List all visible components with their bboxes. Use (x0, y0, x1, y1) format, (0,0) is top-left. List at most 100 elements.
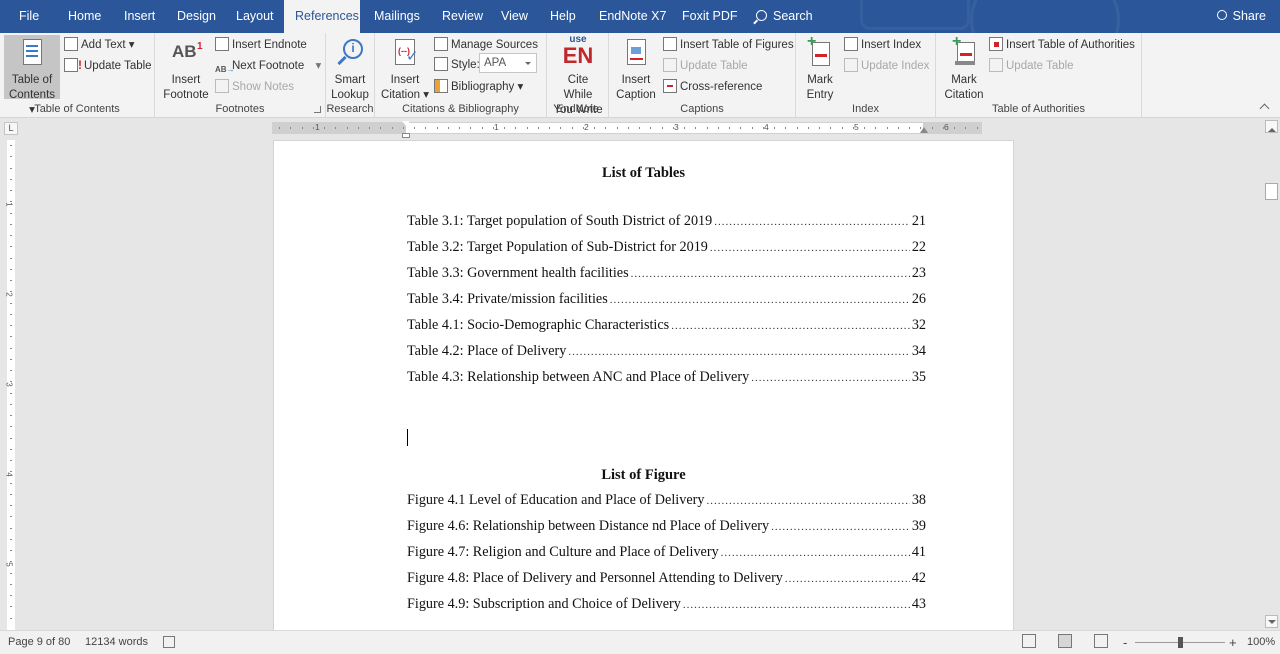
group-table-of-authorities: + Mark Citation Insert Table of Authorit… (936, 33, 1142, 118)
ruler-tick (729, 127, 730, 129)
tab-foxit-pdf[interactable]: Foxit PDF (671, 0, 749, 33)
smart-lookup-button[interactable]: i Smart Lookup (328, 35, 372, 105)
next-footnote-label: Next Footnote (232, 60, 305, 72)
manage-sources-icon (434, 37, 448, 51)
insert-table-of-authorities-button[interactable]: Insert Table of Authorities (989, 35, 1135, 55)
left-indent-marker[interactable] (402, 133, 410, 138)
scroll-up-button[interactable] (1265, 120, 1278, 133)
table-of-contents-button[interactable]: Table of Contents ▾ (4, 35, 60, 116)
tof-entry[interactable]: Figure 4.7: Religion and Culture and Pla… (407, 544, 926, 562)
list-of-figures-heading: List of Figure (601, 467, 686, 483)
zoom-in-button[interactable]: + (1229, 631, 1237, 654)
collapse-ribbon-button[interactable] (1259, 103, 1270, 114)
toc-entry[interactable]: Table 4.3: Relationship between ANC and … (407, 369, 926, 387)
citation-style-select[interactable]: APA (479, 53, 537, 73)
vertical-ruler[interactable]: 1 2 3 4 5 (4, 140, 15, 630)
ruler-tick (10, 583, 12, 585)
tab-references[interactable]: References (284, 0, 360, 33)
ruler-tick (324, 127, 325, 129)
next-footnote-dropdown[interactable]: ▾ (315, 60, 321, 72)
tab-file[interactable]: File (8, 0, 50, 33)
mark-citation-button[interactable]: + Mark Citation (940, 34, 988, 105)
bibliography-button[interactable]: Bibliography ▾ (434, 77, 523, 97)
toc-entry[interactable]: Table 3.4: Private/mission facilities 26 (407, 291, 926, 309)
tof-entry[interactable]: Figure 4.9: Subscription and Choice of D… (407, 596, 926, 614)
ruler-tick (10, 291, 12, 293)
ruler-tick (492, 127, 494, 129)
scroll-down-button[interactable] (1265, 615, 1278, 628)
zoom-slider-thumb[interactable] (1178, 637, 1183, 648)
mark-entry-button[interactable]: + Mark Entry (800, 34, 840, 105)
insert-footnote-button[interactable]: AB 1 Insert Footnote (159, 35, 213, 105)
print-layout-icon[interactable] (1058, 634, 1072, 648)
zoom-level[interactable]: 100% (1247, 631, 1275, 654)
search-label: Search (773, 9, 813, 23)
cross-reference-button[interactable]: Cross-reference (663, 77, 762, 97)
ruler-tick (684, 127, 685, 129)
insert-index-button[interactable]: Insert Index (844, 35, 921, 55)
insert-caption-button[interactable]: Insert Caption (613, 35, 659, 105)
tab-view[interactable]: View (490, 0, 539, 33)
tab-help[interactable]: Help (539, 0, 587, 33)
tab-home[interactable]: Home (57, 0, 112, 33)
add-text-button[interactable]: Add Text ▾ (64, 35, 135, 55)
vertical-scrollbar[interactable] (1263, 118, 1280, 630)
tab-mailings[interactable]: Mailings (363, 0, 431, 33)
ruler-number: 3 (4, 382, 14, 387)
toc-entry[interactable]: Table 3.2: Target Population of Sub-Dist… (407, 239, 926, 257)
ruler-tick (774, 127, 775, 129)
scrollbar-thumb[interactable] (1265, 183, 1278, 200)
manage-sources-button[interactable]: Manage Sources (434, 35, 538, 55)
dot-leader (785, 573, 910, 585)
tof-entry[interactable]: Figure 4.1 Level of Education and Place … (407, 492, 926, 510)
insert-table-of-figures-label: Insert Table of Figures (680, 39, 794, 51)
tab-design[interactable]: Design (166, 0, 227, 33)
tab-layout[interactable]: Layout (225, 0, 285, 33)
insert-citation-button[interactable]: (--) ✓ Insert Citation ▾ (378, 35, 432, 105)
ruler-tick (10, 538, 12, 540)
ruler-tick (10, 167, 12, 169)
share-button[interactable]: Share (1216, 0, 1266, 33)
group-endnote: use EN Cite While You Write EndNote (547, 33, 609, 118)
proofing-icon[interactable] (163, 636, 175, 648)
tab-selector[interactable]: L (4, 122, 18, 135)
document-page[interactable]: List of Tables Table 3.1: Target populat… (273, 140, 1014, 632)
group-label: Research (326, 103, 374, 115)
cite-while-label: Cite While (563, 74, 593, 101)
ruler-tick (10, 246, 12, 248)
footnotes-dialog-launcher[interactable] (314, 106, 321, 113)
toc-entry-label: Table 3.3: Government health facilities (407, 265, 629, 281)
ruler-tick (762, 127, 764, 129)
tell-me-search[interactable]: Search (745, 0, 824, 33)
group-footnotes: AB 1 Insert Footnote Insert Endnote AB→N… (155, 33, 326, 118)
toc-entry[interactable]: Table 4.1: Socio-Demographic Characteris… (407, 317, 926, 335)
toc-entry[interactable]: Table 3.1: Target population of South Di… (407, 213, 926, 231)
insert-table-of-figures-button[interactable]: Insert Table of Figures (663, 35, 794, 55)
word-count[interactable]: 12134 words (85, 631, 148, 654)
smart-lookup-label-2: Lookup (331, 89, 369, 101)
toc-entry[interactable]: Table 4.2: Place of Delivery 34 (407, 343, 926, 361)
insert-endnote-button[interactable]: Insert Endnote (215, 35, 307, 55)
tof-entry[interactable]: Figure 4.6: Relationship between Distanc… (407, 518, 926, 536)
zoom-out-button[interactable]: - (1123, 631, 1127, 654)
tof-entry[interactable]: Figure 4.8: Place of Delivery and Person… (407, 570, 926, 588)
read-mode-icon[interactable] (1022, 634, 1036, 648)
horizontal-ruler[interactable]: 1 1 2 3 4 5 6 (272, 121, 982, 138)
tab-endnote[interactable]: EndNote X7 (588, 0, 677, 33)
show-notes-button: Show Notes (215, 77, 294, 97)
first-line-indent-marker[interactable] (402, 121, 410, 126)
tab-insert[interactable]: Insert (113, 0, 166, 33)
update-table-of-authorities-button: Update Table (989, 56, 1074, 76)
tab-review[interactable]: Review (431, 0, 494, 33)
ribbon: Table of Contents ▾ Add Text ▾ ! Update T… (0, 33, 1280, 118)
update-table-button[interactable]: ! Update Table (64, 56, 152, 76)
next-footnote-button[interactable]: AB→Next Footnote ▾ (215, 56, 321, 76)
toc-entry[interactable]: Table 3.3: Government health facilities 2… (407, 265, 926, 283)
web-layout-icon[interactable] (1094, 634, 1108, 648)
group-captions: Insert Caption Insert Table of Figures U… (609, 33, 796, 118)
tof-page-number: 38 (911, 492, 926, 508)
ruler-tick (10, 190, 12, 191)
ruler-number: 3 (674, 122, 679, 132)
ruler-tick (10, 313, 12, 315)
page-count[interactable]: Page 9 of 80 (8, 631, 70, 654)
